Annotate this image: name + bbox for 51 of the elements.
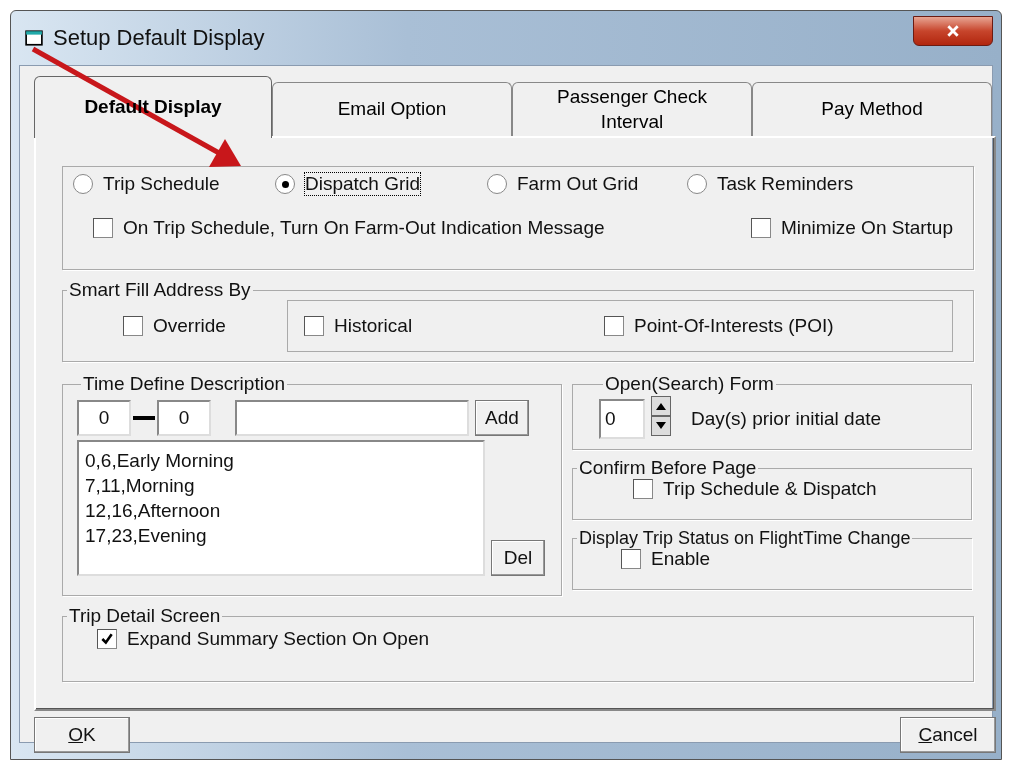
close-icon: [946, 24, 960, 38]
tab[interactable]: Email Option: [272, 82, 512, 136]
delete-button[interactable]: Del: [491, 540, 545, 576]
checkbox-label: Override: [153, 315, 226, 337]
group-title: Smart Fill Address By: [68, 280, 252, 300]
input-field[interactable]: [235, 400, 469, 436]
checkbox[interactable]: [621, 549, 641, 569]
spin-field[interactable]: 0: [599, 398, 645, 439]
window-title: Setup Default Display: [53, 25, 265, 51]
tab[interactable]: Pay Method: [752, 82, 992, 136]
list-item[interactable]: 7,11,Morning: [85, 473, 477, 498]
list-item[interactable]: 17,23,Evening: [85, 523, 477, 548]
add-button[interactable]: Add: [475, 400, 529, 436]
close-button[interactable]: [913, 16, 993, 46]
dialog-button[interactable]: Cancel: [900, 717, 996, 753]
group-title: Trip Detail Screen: [68, 606, 222, 626]
radio-label: Task Reminders: [717, 173, 854, 195]
group-title: Open(Search) Form: [604, 374, 775, 394]
checkbox[interactable]: [93, 218, 113, 238]
checkbox-label: On Trip Schedule, Turn On Farm-Out Indication Message: [123, 217, 605, 239]
checkbox-label: Point-Of-Interests (POI): [634, 315, 834, 337]
radio-button[interactable]: [73, 174, 93, 194]
input-field[interactable]: 0: [157, 400, 211, 436]
dialog-button[interactable]: OK: [34, 717, 130, 753]
input-field[interactable]: 0: [77, 400, 131, 436]
checkbox[interactable]: [97, 629, 117, 649]
field-label: Day(s) prior initial date: [691, 407, 882, 430]
list-item[interactable]: 12,16,Afternoon: [85, 498, 477, 523]
checkbox-label: Enable: [651, 548, 711, 570]
group-title: Display Trip Status on FlightTime Change: [578, 528, 912, 548]
radio-button[interactable]: [275, 174, 295, 194]
checkbox[interactable]: [604, 316, 624, 336]
window-icon: [25, 30, 43, 46]
checkbox-label: Minimize On Startup: [780, 217, 953, 239]
checkbox[interactable]: [304, 316, 324, 336]
group-title: Time Define Description: [82, 374, 287, 394]
range-dash: [133, 416, 155, 420]
radio-label: Trip Schedule: [103, 173, 220, 195]
radio-button[interactable]: [687, 174, 707, 194]
checkbox-label: Trip Schedule & Dispatch: [663, 478, 877, 500]
list-item[interactable]: 0,6,Early Morning: [85, 448, 477, 473]
radio-label: Farm Out Grid: [517, 173, 639, 195]
checkbox-label: Historical: [334, 315, 413, 337]
checkbox-label: Expand Summary Section On Open: [127, 628, 430, 650]
checkbox[interactable]: [750, 218, 771, 238]
checkbox[interactable]: [633, 479, 653, 499]
radio-button[interactable]: [487, 174, 507, 194]
group-title: Confirm Before Page: [578, 458, 758, 478]
tab[interactable]: Passenger Check Interval: [512, 82, 752, 136]
checkbox[interactable]: [123, 316, 143, 336]
radio-label: Dispatch Grid: [305, 173, 421, 195]
